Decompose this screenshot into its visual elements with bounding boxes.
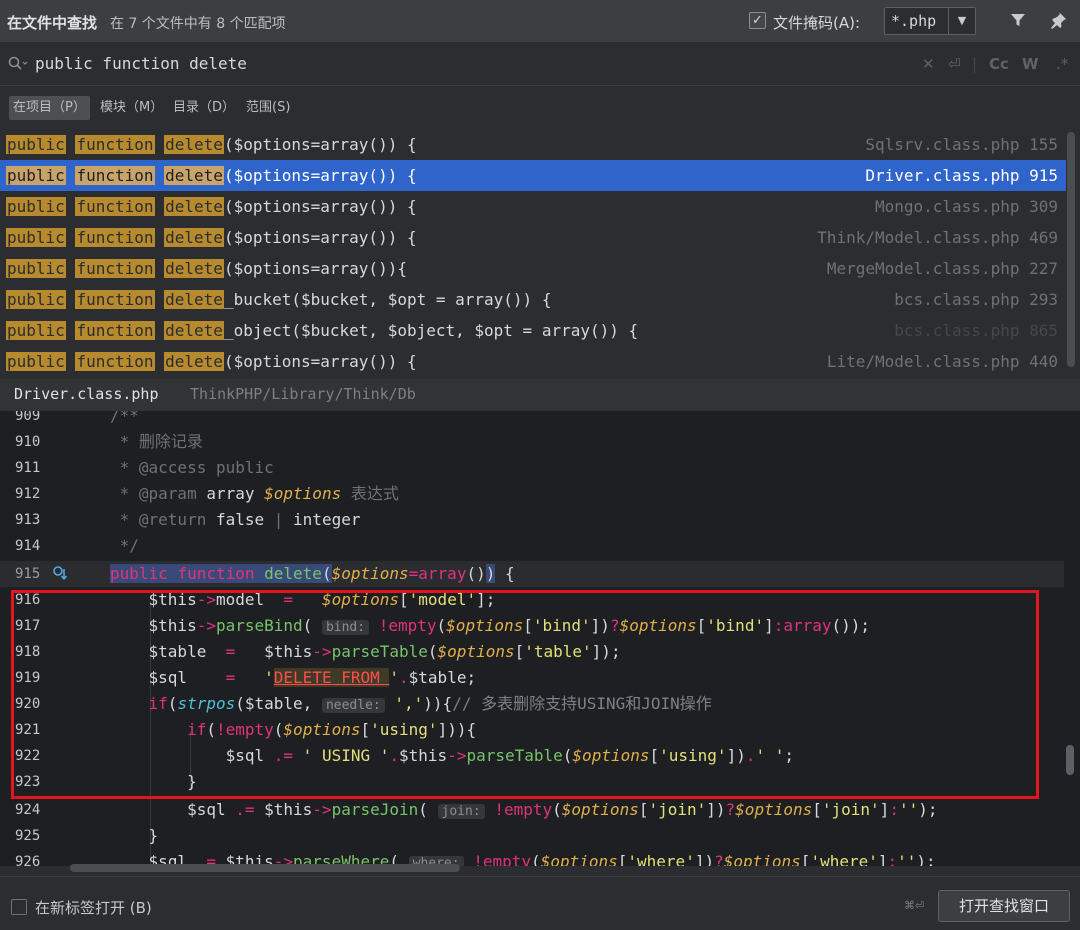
code-line: /** xyxy=(110,411,139,425)
options-divider: | xyxy=(972,55,978,73)
chevron-down-icon[interactable]: ▼ xyxy=(948,8,975,34)
result-rest: ($options=array()) { xyxy=(223,228,417,247)
code-line: * 删除记录 xyxy=(119,432,203,451)
result-file: Mongo.class.php 309 xyxy=(874,197,1058,216)
open-in-new-tab-label: 在新标签打开 (B) xyxy=(35,899,152,917)
result-rest: ($options=array()) { xyxy=(223,135,417,154)
line-number: 924 xyxy=(15,802,41,818)
line-number: 925 xyxy=(15,828,41,844)
result-rest: ($options=array()) { xyxy=(223,197,417,216)
line-number: 914 xyxy=(15,538,41,554)
result-row[interactable]: public function delete($options=array())… xyxy=(0,222,1066,253)
result-file: MergeModel.class.php 227 xyxy=(826,259,1058,278)
open-find-window-button[interactable]: 打开查找窗口 xyxy=(938,890,1070,922)
preview-file-name: Driver.class.php xyxy=(14,385,159,403)
result-file: Lite/Model.class.php 440 xyxy=(826,352,1058,371)
result-file: bcs.class.php 293 xyxy=(894,290,1058,309)
line-number: 910 xyxy=(15,434,41,450)
regex-toggle[interactable]: .* xyxy=(1056,55,1068,73)
dialog-footer: 在新标签打开 (B) ⌘⏎ 打开查找窗口 xyxy=(0,876,1080,930)
preview-file-path: ThinkPHP/Library/Think/Db xyxy=(190,385,416,403)
tab-scope[interactable]: 范围(S) xyxy=(242,96,294,120)
result-rest: ($options=array()) { xyxy=(223,352,417,371)
file-mask-checkbox[interactable]: ✓ xyxy=(749,12,766,29)
result-row[interactable]: public function delete($options=array())… xyxy=(0,191,1066,222)
line-number: 909 xyxy=(15,411,41,424)
editor-horizontal-scrollbar[interactable] xyxy=(70,864,460,872)
result-rest: ($options=array()){ xyxy=(223,259,407,278)
code-line: */ xyxy=(110,536,139,555)
result-row-selected[interactable]: public function delete($options=array())… xyxy=(0,160,1066,191)
search-input[interactable] xyxy=(35,54,595,73)
code-line: * @return false | integer xyxy=(110,510,361,529)
tab-module[interactable]: 模块（M） xyxy=(96,96,167,120)
param-hint: join: xyxy=(437,804,485,819)
match-summary: 在 7 个文件中有 8 个匹配项 xyxy=(110,16,286,32)
code-line: * @access public xyxy=(110,458,274,477)
result-file: bcs.class.php 865 xyxy=(894,321,1058,340)
code-line: * @param array $options 表达式 xyxy=(110,484,399,503)
result-file: Sqlsrv.class.php 155 xyxy=(865,135,1058,154)
result-rest: _bucket($bucket, $opt = array()) { xyxy=(223,290,552,309)
code-line: } xyxy=(110,826,159,845)
line-number: 912 xyxy=(15,486,41,502)
line-number: 911 xyxy=(15,460,41,476)
result-row[interactable]: public function delete($options=array())… xyxy=(0,346,1066,377)
file-mask-combobox[interactable]: *.php ▼ xyxy=(884,7,976,35)
whole-word-toggle[interactable]: W xyxy=(1022,55,1039,73)
result-row[interactable]: public function delete_bucket($bucket, $… xyxy=(0,284,1066,315)
find-in-files-header: 在文件中查找 在 7 个文件中有 8 个匹配项 ✓ 文件掩码(A): *.php… xyxy=(0,0,1080,42)
results-list: public function delete($options=array())… xyxy=(0,129,1066,379)
match-case-toggle[interactable]: Cc xyxy=(989,55,1009,73)
line-number: 913 xyxy=(15,512,41,528)
code-line: $sql .= $this->parseJoin( join: !empty($… xyxy=(110,800,938,819)
line-number: 915 xyxy=(15,566,41,582)
file-mask-label: 文件掩码(A): xyxy=(773,14,861,32)
preview-path-bar: Driver.class.php ThinkPHP/Library/Think/… xyxy=(0,379,1080,411)
scope-tabs: 在项目（P） 模块（M） 目录（D） 范围(S) xyxy=(0,86,1080,130)
result-file: Driver.class.php 915 xyxy=(865,166,1058,185)
file-mask-value: *.php xyxy=(891,12,937,30)
newline-icon[interactable]: ⏎ xyxy=(948,55,961,73)
open-in-new-tab-checkbox[interactable] xyxy=(11,899,27,915)
result-row[interactable]: public function delete($options=array())… xyxy=(0,253,1066,284)
shortcut-hint: ⌘⏎ xyxy=(904,899,925,912)
clear-search-icon[interactable]: ✕ xyxy=(922,55,935,73)
tab-directory[interactable]: 目录（D） xyxy=(169,96,239,120)
search-icon xyxy=(8,56,28,76)
editor-vertical-scrollbar[interactable] xyxy=(1066,745,1074,775)
tab-project[interactable]: 在项目（P） xyxy=(9,96,90,120)
line-number: 926 xyxy=(15,854,41,866)
result-row[interactable]: public function delete_object($bucket, $… xyxy=(0,315,1066,346)
annotation-red-box xyxy=(11,590,1039,799)
results-scrollbar[interactable] xyxy=(1067,132,1075,367)
result-row[interactable]: public function delete($options=array())… xyxy=(0,129,1066,160)
code-line: public function delete($options=array())… xyxy=(110,564,515,583)
search-bar: ✕ ⏎ | Cc W .* xyxy=(0,43,1080,86)
filter-icon[interactable] xyxy=(1010,12,1026,32)
pin-icon[interactable] xyxy=(1049,11,1067,33)
implementation-gutter-icon[interactable] xyxy=(52,565,68,585)
result-rest: _object($bucket, $object, $opt = array()… xyxy=(223,321,639,340)
dialog-title: 在文件中查找 xyxy=(7,14,98,32)
result-file: Think/Model.class.php 469 xyxy=(817,228,1058,247)
result-rest: ($options=array()) { xyxy=(223,166,417,185)
